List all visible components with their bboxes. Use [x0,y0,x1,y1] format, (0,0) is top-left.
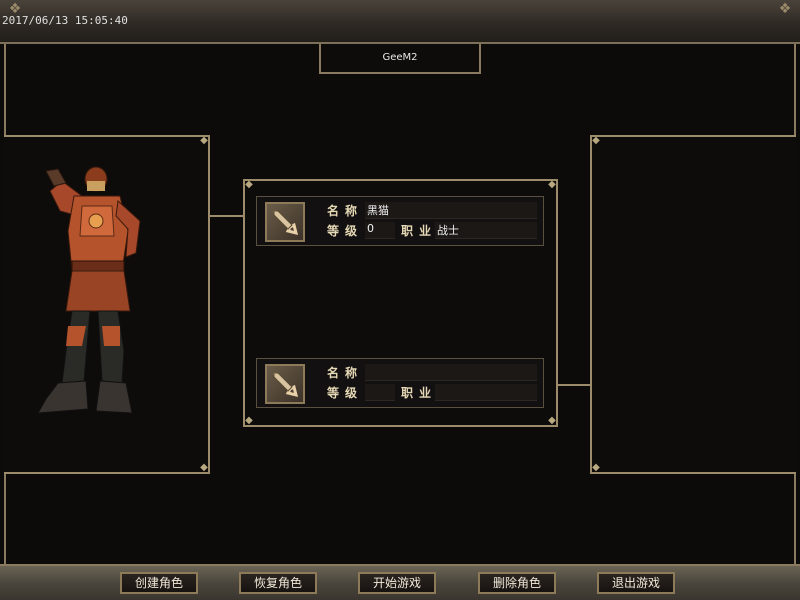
create-character-button[interactable]: 创建角色 [120,572,198,594]
sword-icon [265,364,305,404]
corner-ornament-icon: ❖ [8,1,22,17]
corner-ornament-icon: ◆ [548,179,556,190]
bottom-button-bar: 创建角色 恢复角色 开始游戏 删除角色 退出游戏 [0,564,800,600]
name-field [365,364,537,381]
name-label: 名称 [327,366,364,380]
sword-icon [265,202,305,242]
corner-ornament-icon: ❖ [778,1,792,17]
level-label: 等级 [327,386,364,400]
corner-ornament-icon: ◆ [592,462,600,473]
corner-ornament-icon: ◆ [200,462,208,473]
corner-ornament-icon: ◆ [245,415,253,426]
corner-ornament-icon: ◆ [200,135,208,146]
name-label: 名称 [327,204,364,218]
server-name: GeeM2 [382,52,418,63]
delete-character-button[interactable]: 删除角色 [478,572,556,594]
corner-ornament-icon: ◆ [592,135,600,146]
exit-game-button[interactable]: 退出游戏 [597,572,675,594]
class-label: 职业 [401,386,438,400]
corner-ornament-icon: ◆ [245,179,253,190]
top-bar: 2017/06/13 15:05:40 ❖ ❖ [0,0,800,44]
character-preview-panel: ◆ ◆ [4,135,210,474]
character-slot-2[interactable]: 名称 等级 职业 [256,358,544,408]
class-field [435,384,537,401]
secondary-preview-panel: ◆ ◆ [590,135,796,474]
corner-ornament-icon: ◆ [548,415,556,426]
restore-character-button[interactable]: 恢复角色 [239,572,317,594]
class-label: 职业 [401,224,438,238]
character-name: 黑猫 [367,204,389,217]
character-slot-1[interactable]: 名称 黑猫 等级 0 职业 战士 [256,196,544,246]
warrior-character-sprite[interactable] [32,161,152,431]
name-field [365,202,537,219]
connector-line [558,384,590,386]
start-game-button[interactable]: 开始游戏 [358,572,436,594]
character-level: 0 [367,222,374,235]
connector-line [210,215,243,217]
level-label: 等级 [327,224,364,238]
level-field [365,384,395,401]
server-name-box: GeeM2 [319,44,481,74]
character-class: 战士 [437,224,459,237]
